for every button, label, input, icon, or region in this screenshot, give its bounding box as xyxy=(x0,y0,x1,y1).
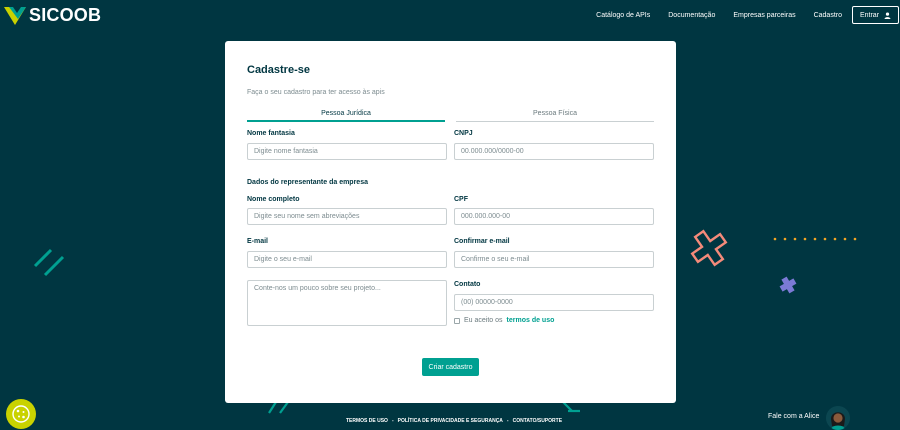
nome-fantasia-field[interactable]: Digite nome fantasia xyxy=(247,143,447,160)
cnpj-field[interactable]: 00.000.000/0000-00 xyxy=(454,143,654,160)
nome-fantasia-label: Nome fantasia xyxy=(247,130,295,137)
footer-terms-link[interactable]: TERMOS DE USO xyxy=(346,418,388,424)
project-description-textarea[interactable]: Conte-nos um pouco sobre seu projeto... xyxy=(247,280,447,326)
nav-empresas-parceiras[interactable]: Empresas parceiras xyxy=(733,12,795,19)
terms-prefix: Eu aceito os xyxy=(464,317,503,324)
email-label: E-mail xyxy=(247,238,269,245)
signup-card: Cadastre-se Faça o seu cadastro para ter… xyxy=(225,41,676,403)
brand-name: SICOOB xyxy=(29,5,102,25)
cookie-icon xyxy=(12,405,30,423)
main-nav: Catálogo de APIs Documentação Empresas p… xyxy=(596,6,900,24)
page-title: Cadastre-se xyxy=(247,64,310,76)
sicoob-logo[interactable]: SICOOB xyxy=(4,5,101,26)
representante-section-title: Dados do representante da empresa xyxy=(247,179,368,186)
cpf-field[interactable]: 000.000.000-00 xyxy=(454,208,654,225)
enter-label: Entrar xyxy=(859,11,880,19)
cpf-label: CPF xyxy=(454,196,468,203)
sicoob-logo-icon xyxy=(4,6,26,25)
coral-cross-decoration xyxy=(690,229,728,267)
footer-links: TERMOS DE USO - POLÍTICA DE PRIVACIDADE … xyxy=(346,418,562,424)
footer-contact-link[interactable]: CONTATO/SUPORTE xyxy=(513,418,562,424)
user-icon xyxy=(884,11,891,19)
alice-avatar-icon[interactable] xyxy=(826,406,850,430)
terms-row: Eu aceito os termos de uso xyxy=(454,317,554,324)
create-account-button[interactable]: Criar cadastro xyxy=(422,358,479,376)
nome-completo-field[interactable]: Digite seu nome sem abreviações xyxy=(247,208,447,225)
orange-dots-decoration xyxy=(773,237,857,241)
footer-privacy-link[interactable]: POLÍTICA DE PRIVACIDADE E SEGURANÇA xyxy=(398,418,503,424)
nav-cadastro[interactable]: Cadastro xyxy=(814,12,842,19)
teal-slash-decoration xyxy=(33,248,65,277)
purple-cross-decoration xyxy=(779,276,797,294)
confirm-email-field[interactable]: Confirme o seu e-mail xyxy=(454,251,654,268)
top-header: SICOOB Catálogo de APIs Documentação Emp… xyxy=(0,0,900,30)
nav-documentacao[interactable]: Documentação xyxy=(668,12,715,19)
nome-completo-label: Nome completo xyxy=(247,196,300,203)
footer-separator: - xyxy=(391,418,394,424)
chat-label[interactable]: Fale com a Alice xyxy=(768,413,819,420)
nav-catalogo-apis[interactable]: Catálogo de APIs xyxy=(596,12,650,19)
contato-label: Contato xyxy=(454,281,481,288)
footer-separator: - xyxy=(506,418,509,424)
tab-pessoa-fisica[interactable]: Pessoa Física xyxy=(456,110,654,122)
tab-pessoa-juridica[interactable]: Pessoa Jurídica xyxy=(247,110,445,122)
cookie-button[interactable] xyxy=(6,399,36,429)
terms-checkbox[interactable] xyxy=(454,317,460,324)
cnpj-label: CNPJ xyxy=(454,130,473,137)
page-subtitle: Faça o seu cadastro para ter acesso às a… xyxy=(247,89,385,96)
email-field[interactable]: Digite o seu e-mail xyxy=(247,251,447,268)
confirm-email-label: Confirmar e-mail xyxy=(454,238,510,245)
contato-field[interactable]: (00) 00000-0000 xyxy=(454,294,654,311)
terms-link[interactable]: termos de uso xyxy=(507,317,555,324)
enter-button[interactable]: Entrar xyxy=(852,6,899,24)
